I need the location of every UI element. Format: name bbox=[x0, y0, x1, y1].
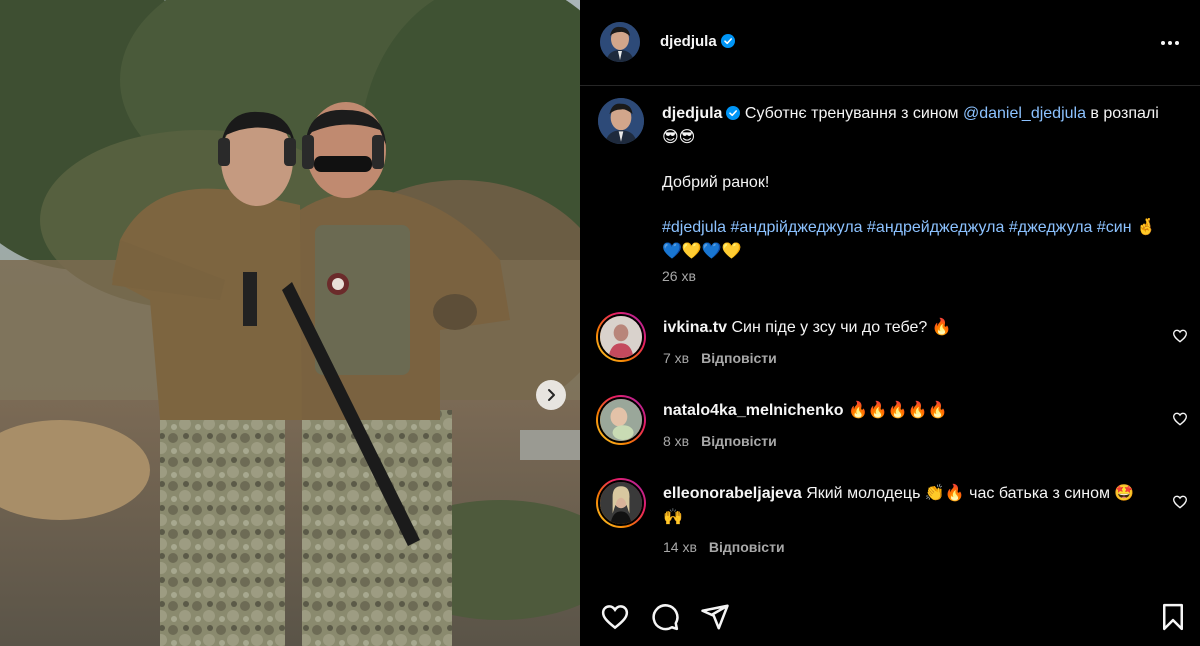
caption-username[interactable]: djedjula bbox=[662, 105, 722, 122]
comment-timestamp[interactable]: 14 хв bbox=[663, 539, 697, 555]
hashtag-link[interactable]: #джеджула bbox=[1009, 219, 1093, 236]
chevron-right-icon bbox=[548, 389, 555, 401]
caption-body-text: Суботнє тренування з сином bbox=[744, 105, 963, 122]
commenter-avatar[interactable] bbox=[596, 478, 646, 528]
commenter-avatar[interactable] bbox=[596, 312, 646, 362]
comment-username[interactable]: elleonorabeljajeva bbox=[663, 485, 802, 502]
caption-greeting: Добрий ранок! bbox=[662, 174, 770, 191]
commenter-avatar[interactable] bbox=[596, 395, 646, 445]
caption-hashtags: #djedjula #андрійджеджула #андрейджеджул… bbox=[662, 216, 1162, 264]
heart-icon[interactable] bbox=[1172, 411, 1188, 427]
reply-button[interactable]: Відповісти bbox=[709, 539, 785, 555]
comment-body: elleonorabeljajeva Який молодець 👏🔥 час … bbox=[663, 482, 1153, 530]
heart-icon[interactable] bbox=[1172, 328, 1188, 344]
avatar-image bbox=[600, 399, 642, 441]
author-username[interactable]: djedjula bbox=[660, 33, 735, 50]
post-photo[interactable] bbox=[0, 0, 580, 646]
comment-username[interactable]: ivkina.tv bbox=[663, 319, 727, 336]
bookmark-icon[interactable] bbox=[1158, 602, 1188, 632]
share-icon[interactable] bbox=[700, 602, 730, 632]
verified-badge-icon bbox=[720, 34, 735, 48]
heart-icon[interactable] bbox=[1172, 494, 1188, 510]
heart-icon[interactable] bbox=[600, 602, 630, 632]
more-options-icon[interactable] bbox=[1158, 33, 1182, 53]
comment-timestamp[interactable]: 8 хв bbox=[663, 433, 689, 449]
author-avatar[interactable] bbox=[600, 22, 640, 62]
comment-meta: 8 хв Відповісти bbox=[663, 433, 777, 449]
hashtag-link[interactable]: #djedjula bbox=[662, 219, 726, 236]
caption-timestamp[interactable]: 26 хв bbox=[662, 268, 696, 284]
avatar-image bbox=[600, 482, 642, 524]
caption-text: djedjula Суботнє тренування з сином @dan… bbox=[662, 102, 1162, 285]
caption-author-avatar[interactable] bbox=[598, 98, 644, 144]
next-image-button[interactable] bbox=[536, 380, 566, 410]
post-image bbox=[0, 0, 580, 646]
comment-timestamp[interactable]: 7 хв bbox=[663, 350, 689, 366]
post-side-panel: djedjula djedjula Суботнє тренування з с… bbox=[580, 0, 1200, 646]
comment-body: natalo4ka_melnichenko 🔥🔥🔥🔥🔥 bbox=[663, 399, 1153, 423]
hashtag-link[interactable]: #андрейджеджула bbox=[867, 219, 1004, 236]
comment-text: Син піде у зсу чи до тебе? 🔥 bbox=[731, 319, 952, 336]
avatar-image bbox=[600, 22, 640, 62]
hashtag-link[interactable]: #син bbox=[1097, 219, 1132, 236]
avatar-image bbox=[600, 316, 642, 358]
comment-body: ivkina.tv Син піде у зсу чи до тебе? 🔥 bbox=[663, 316, 1153, 340]
reply-button[interactable]: Відповісти bbox=[701, 433, 777, 449]
reply-button[interactable]: Відповісти bbox=[701, 350, 777, 366]
comment-username[interactable]: natalo4ka_melnichenko bbox=[663, 402, 844, 419]
comment-icon[interactable] bbox=[650, 602, 680, 632]
post-action-bar bbox=[580, 596, 1200, 640]
comment-meta: 14 хв Відповісти bbox=[663, 539, 785, 555]
caption-mention-link[interactable]: @daniel_djedjula bbox=[963, 105, 1086, 122]
post-header: djedjula bbox=[580, 0, 1200, 86]
author-username-text[interactable]: djedjula bbox=[660, 33, 717, 50]
verified-badge-icon bbox=[726, 106, 741, 120]
comment-meta: 7 хв Відповісти bbox=[663, 350, 777, 366]
hashtag-link[interactable]: #андрійджеджула bbox=[731, 219, 863, 236]
avatar-image bbox=[598, 98, 644, 144]
comment-text: 🔥🔥🔥🔥🔥 bbox=[847, 402, 948, 419]
